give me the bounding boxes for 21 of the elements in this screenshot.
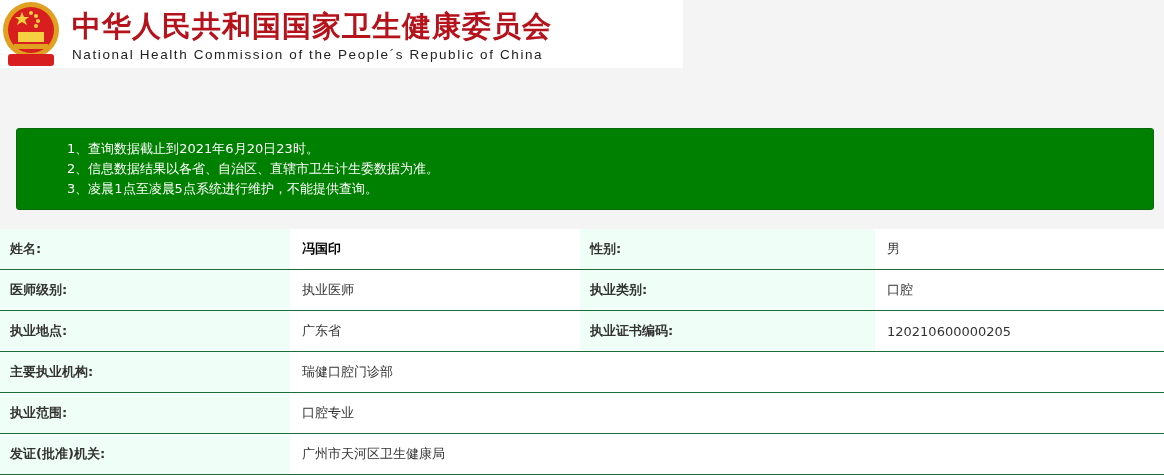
field-label: 性别:	[580, 229, 875, 270]
field-value: 120210600000205	[875, 311, 1164, 352]
field-value: 口腔专业	[290, 393, 1164, 434]
field-label: 执业类别:	[580, 270, 875, 311]
notice-line: 3、凌晨1点至凌晨5点系统进行维护，不能提供查询。	[67, 180, 379, 198]
field-label: 执业范围:	[0, 393, 290, 434]
field-label: 执业证书编码:	[580, 311, 875, 352]
notice-line: 1、查询数据截止到2021年6月20日23时。	[67, 140, 320, 158]
site-title: 中华人民共和国国家卫生健康委员会	[72, 7, 552, 45]
site-subtitle: National Health Commission of the People´s Republic of China	[72, 46, 545, 62]
field-value: 瑞健口腔门诊部	[290, 352, 1164, 393]
field-value: 男	[875, 229, 1164, 270]
field-label: 发证(批准)机关:	[0, 434, 290, 475]
field-label: 主要执业机构:	[0, 352, 290, 393]
field-label: 执业地点:	[0, 311, 290, 352]
field-value: 口腔	[875, 270, 1164, 311]
field-label: 医师级别:	[0, 270, 290, 311]
emblem-icon	[0, 0, 62, 68]
field-value: 广州市天河区卫生健康局	[290, 434, 1164, 475]
notice-line: 2、信息数据结果以各省、自治区、直辖市卫生计生委数据为准。	[67, 160, 441, 178]
field-label: 姓名:	[0, 229, 290, 270]
